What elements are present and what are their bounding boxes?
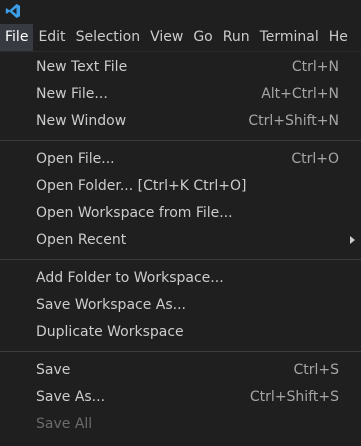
menu-item-save[interactable]: Save Ctrl+S: [0, 357, 361, 384]
menu-item-open-recent[interactable]: Open Recent: [0, 227, 361, 254]
menu-item-label: New Text File: [36, 59, 128, 75]
menu-item-shortcut: Ctrl+O: [291, 151, 339, 167]
menu-item-new-window[interactable]: New Window Ctrl+Shift+N: [0, 108, 361, 135]
menubar-item-selection[interactable]: Selection: [71, 24, 146, 51]
menubar-item-file[interactable]: File: [0, 24, 34, 51]
menu-item-duplicate-workspace[interactable]: Duplicate Workspace: [0, 319, 361, 346]
menu-item-new-file[interactable]: New File... Alt+Ctrl+N: [0, 81, 361, 108]
chevron-right-icon: [350, 236, 355, 244]
menu-item-label: Save: [36, 362, 71, 378]
menu-item-label: Open Recent: [36, 232, 127, 248]
menu-item-shortcut: Ctrl+Shift+S: [249, 389, 339, 405]
menu-item-open-workspace-from-file[interactable]: Open Workspace from File...: [0, 200, 361, 227]
menu-item-label: Save Workspace As...: [36, 297, 187, 313]
menu-separator: [0, 351, 361, 352]
menu-item-shortcut: Ctrl+Shift+N: [248, 113, 339, 129]
menu-item-label: Save As...: [36, 389, 106, 405]
menu-item-label: New File...: [36, 86, 108, 102]
menu-item-label: Open File...: [36, 151, 115, 167]
file-menu-dropdown: New Text File Ctrl+N New File... Alt+Ctrl+N…: [0, 51, 361, 446]
title-bar: [0, 0, 361, 24]
menu-item-label: Open Folder... [Ctrl+K Ctrl+O]: [36, 178, 247, 194]
menu-item-label: Add Folder to Workspace...: [36, 270, 224, 286]
menu-item-label: Save All: [36, 416, 93, 432]
menubar-item-view[interactable]: View: [145, 24, 188, 51]
menu-item-shortcut: Ctrl+N: [291, 59, 339, 75]
menu-item-new-text-file[interactable]: New Text File Ctrl+N: [0, 54, 361, 81]
menu-separator: [0, 140, 361, 141]
menubar-item-run[interactable]: Run: [218, 24, 255, 51]
menu-item-save-workspace-as[interactable]: Save Workspace As...: [0, 292, 361, 319]
menu-item-shortcut: Alt+Ctrl+N: [261, 86, 339, 102]
menu-item-save-as[interactable]: Save As... Ctrl+Shift+S: [0, 384, 361, 411]
menu-item-open-file[interactable]: Open File... Ctrl+O: [0, 146, 361, 173]
menu-item-label: Duplicate Workspace: [36, 324, 184, 340]
menu-bar: File Edit Selection View Go Run Terminal He: [0, 24, 361, 51]
menu-item-add-folder-to-workspace[interactable]: Add Folder to Workspace...: [0, 265, 361, 292]
menubar-item-terminal[interactable]: Terminal: [255, 24, 324, 51]
menubar-item-go[interactable]: Go: [188, 24, 217, 51]
vscode-logo-icon: [5, 4, 20, 18]
menu-item-label: New Window: [36, 113, 127, 129]
app-window: File Edit Selection View Go Run Terminal He New…: [0, 0, 361, 446]
menu-item-shortcut: Ctrl+S: [293, 362, 339, 378]
menubar-item-edit[interactable]: Edit: [33, 24, 70, 51]
menu-separator: [0, 259, 361, 260]
menubar-item-he[interactable]: He: [324, 24, 353, 51]
menu-item-label: Open Workspace from File...: [36, 205, 233, 221]
menu-item-open-folder-ctrl-k-ctrl-o[interactable]: Open Folder... [Ctrl+K Ctrl+O]: [0, 173, 361, 200]
menu-item-save-all: Save All: [0, 411, 361, 438]
